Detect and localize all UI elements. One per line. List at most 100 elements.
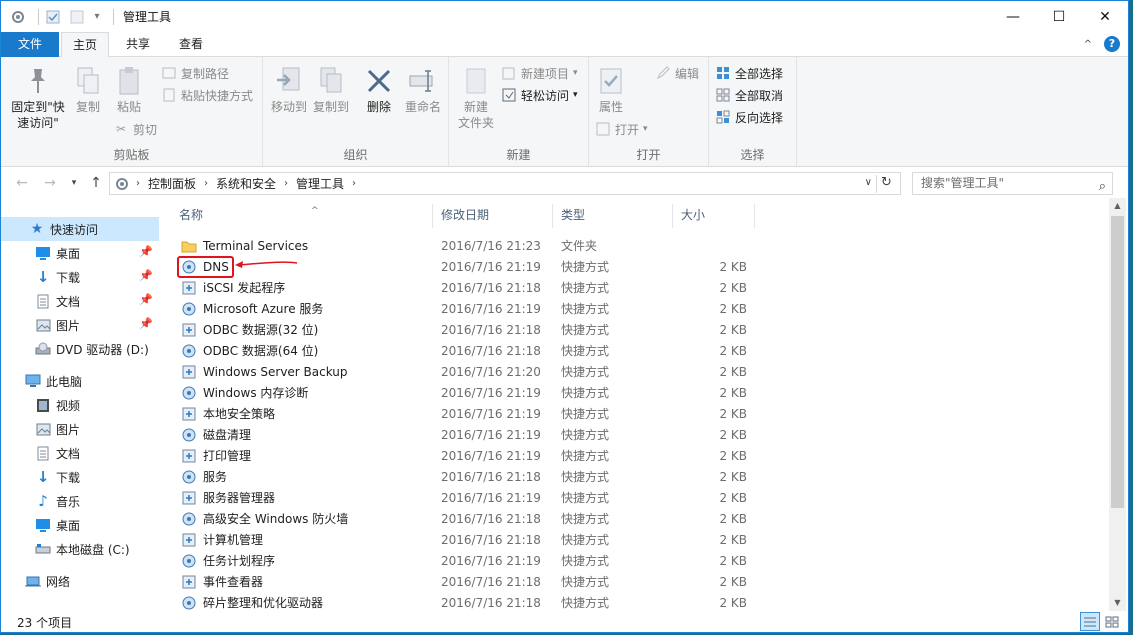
nav-item-pictures-pc[interactable]: 图片	[1, 417, 159, 441]
select-none-label: 全部取消	[735, 88, 784, 103]
new-folder-icon	[461, 65, 491, 97]
nav-item-videos[interactable]: 视频	[1, 393, 159, 417]
nav-item-desktop[interactable]: 桌面 📌	[1, 241, 159, 265]
paste-button[interactable]: 粘贴	[112, 65, 146, 115]
column-header-name[interactable]: 名称 ^	[171, 204, 433, 228]
column-header-type[interactable]: 类型	[553, 204, 673, 228]
search-icon[interactable]: ⌕	[1099, 176, 1106, 197]
select-all-button[interactable]: 全部选择	[715, 63, 783, 83]
recent-locations-icon[interactable]: ▾	[65, 174, 83, 192]
customize-dropdown-icon[interactable]: ▾	[92, 8, 102, 26]
up-arrow-icon[interactable]: ↑	[87, 174, 105, 192]
breadcrumb[interactable]: 控制面板 ›	[148, 175, 208, 192]
forward-arrow-icon[interactable]: →	[41, 174, 59, 192]
file-type: 快捷方式	[561, 323, 610, 337]
file-row[interactable]: 服务 2016/7/16 21:18 快捷方式 2 KB	[171, 466, 761, 487]
vertical-scrollbar[interactable]: ▲ ▼	[1109, 198, 1126, 611]
close-button[interactable]: ✕	[1082, 1, 1128, 32]
paste-shortcut-button[interactable]: 粘贴快捷方式	[161, 85, 253, 105]
new-folder-button[interactable]: 新建 文件夹	[453, 65, 499, 131]
nav-item-downloads[interactable]: ↓ 下载 📌	[1, 265, 159, 289]
tab-share[interactable]: 共享	[114, 32, 162, 57]
details-view-icon[interactable]	[1080, 612, 1100, 631]
large-icons-view-icon[interactable]	[1102, 612, 1122, 631]
control-panel-icon[interactable]	[9, 8, 27, 26]
file-size: 2 KB	[719, 448, 747, 463]
file-row[interactable]: 高级安全 Windows 防火墙 2016/7/16 21:18 快捷方式 2 KB	[171, 508, 761, 529]
tab-view[interactable]: 查看	[167, 32, 215, 57]
file-row[interactable]: 磁盘清理 2016/7/16 21:19 快捷方式 2 KB	[171, 424, 761, 445]
nav-item-downloads-pc[interactable]: ↓ 下载	[1, 465, 159, 489]
nav-item-music[interactable]: ♪ 音乐	[1, 489, 159, 513]
file-row[interactable]: Windows 内存诊断 2016/7/16 21:19 快捷方式 2 KB	[171, 382, 761, 403]
edit-button[interactable]: 编辑	[655, 63, 699, 83]
file-row[interactable]: Microsoft Azure 服务 2016/7/16 21:19 快捷方式 2 K…	[171, 298, 761, 319]
new-folder-icon[interactable]	[68, 8, 86, 26]
select-none-button[interactable]: 全部取消	[715, 85, 783, 105]
scroll-down-icon[interactable]: ▼	[1109, 595, 1126, 611]
column-header-date[interactable]: 修改日期	[433, 204, 553, 228]
pin-icon[interactable]: 📌	[139, 245, 153, 258]
copy-to-button[interactable]: 复制到	[311, 65, 351, 115]
copy-path-button[interactable]: 复制路径	[161, 63, 229, 83]
file-row[interactable]: 碎片整理和优化驱动器 2016/7/16 21:18 快捷方式 2 KB	[171, 592, 761, 613]
file-row[interactable]: 任务计划程序 2016/7/16 21:19 快捷方式 2 KB	[171, 550, 761, 571]
minimize-button[interactable]: —	[990, 1, 1036, 32]
download-icon: ↓	[36, 268, 50, 286]
nav-item-documents-pc[interactable]: 文档	[1, 441, 159, 465]
tab-file[interactable]: 文件	[1, 32, 59, 57]
file-row[interactable]: Windows Server Backup 2016/7/16 21:20 快捷方式…	[171, 361, 761, 382]
pin-icon[interactable]: 📌	[139, 317, 153, 330]
properties-button[interactable]: 属性	[593, 65, 629, 115]
nav-item-pictures[interactable]: 图片 📌	[1, 313, 159, 337]
file-row[interactable]: 事件查看器 2016/7/16 21:18 快捷方式 2 KB	[171, 571, 761, 592]
collapse-ribbon-icon[interactable]: ^	[1084, 39, 1092, 50]
file-row[interactable]: Terminal Services 2016/7/16 21:23 文件夹	[171, 235, 761, 256]
move-to-button[interactable]: 移动到	[269, 65, 309, 115]
file-row[interactable]: 计算机管理 2016/7/16 21:18 快捷方式 2 KB	[171, 529, 761, 550]
scrollbar-thumb[interactable]	[1111, 216, 1124, 508]
tab-home[interactable]: 主页	[61, 32, 109, 58]
file-row[interactable]: iSCSI 发起程序 2016/7/16 21:18 快捷方式 2 KB	[171, 277, 761, 298]
file-row[interactable]: 打印管理 2016/7/16 21:19 快捷方式 2 KB	[171, 445, 761, 466]
rename-button[interactable]: 重命名	[401, 65, 445, 115]
pin-icon[interactable]: 📌	[139, 293, 153, 306]
breadcrumb[interactable]: 系统和安全 ›	[216, 175, 288, 192]
delete-button[interactable]: 删除	[361, 65, 397, 115]
pin-icon[interactable]: 📌	[139, 269, 153, 282]
file-name: iSCSI 发起程序	[203, 281, 286, 295]
properties-icon[interactable]	[44, 8, 62, 26]
easy-access-button[interactable]: 轻松访问 ▾	[501, 85, 578, 105]
search-input[interactable]: 搜索"管理工具" ⌕	[912, 172, 1113, 195]
open-button[interactable]: 打开 ▾	[595, 119, 648, 139]
file-row[interactable]: 本地安全策略 2016/7/16 21:19 快捷方式 2 KB	[171, 403, 761, 424]
address-bar[interactable]: › 控制面板 › 系统和安全 › 管理工具 › ∨ ↻	[109, 172, 901, 195]
help-icon[interactable]: ?	[1104, 36, 1120, 52]
file-row[interactable]: 服务器管理器 2016/7/16 21:19 快捷方式 2 KB	[171, 487, 761, 508]
nav-item-dvd-drive[interactable]: DVD 驱动器 (D:)	[1, 337, 159, 361]
nav-this-pc[interactable]: 此电脑	[1, 369, 159, 393]
file-list: 名称 ^ 修改日期 类型 大小 Terminal Services 2016/7/…	[161, 198, 1109, 611]
scroll-up-icon[interactable]: ▲	[1109, 198, 1126, 214]
nav-quick-access[interactable]: ★ 快速访问	[1, 217, 159, 241]
new-item-button[interactable]: 新建项目 ▾	[501, 63, 578, 83]
invert-selection-button[interactable]: 反向选择	[715, 107, 783, 127]
nav-network[interactable]: 网络	[1, 569, 159, 593]
chevron-down-icon[interactable]: ∨	[865, 177, 872, 188]
pin-quick-access-button[interactable]: 固定到"快 速访问"	[7, 65, 69, 131]
column-header-size[interactable]: 大小	[673, 204, 755, 228]
copy-button[interactable]: 复制	[71, 65, 105, 115]
file-row[interactable]: ODBC 数据源(64 位) 2016/7/16 21:18 快捷方式 2 KB	[171, 340, 761, 361]
file-row[interactable]: ODBC 数据源(32 位) 2016/7/16 21:18 快捷方式 2 KB	[171, 319, 761, 340]
back-arrow-icon[interactable]: ←	[13, 174, 31, 192]
maximize-button[interactable]: ☐	[1036, 1, 1082, 32]
nav-item-documents[interactable]: 文档 📌	[1, 289, 159, 313]
nav-label: 本地磁盘 (C:)	[56, 542, 130, 557]
nav-item-desktop-pc[interactable]: 桌面	[1, 513, 159, 537]
breadcrumb[interactable]: 管理工具 ›	[296, 175, 356, 192]
file-date: 2016/7/16 21:19	[441, 301, 541, 316]
cut-button[interactable]: ✂ 剪切	[113, 119, 157, 139]
nav-item-local-disk[interactable]: 本地磁盘 (C:)	[1, 537, 159, 561]
paste-label: 粘贴	[116, 100, 141, 114]
refresh-icon[interactable]: ↻	[876, 175, 896, 193]
